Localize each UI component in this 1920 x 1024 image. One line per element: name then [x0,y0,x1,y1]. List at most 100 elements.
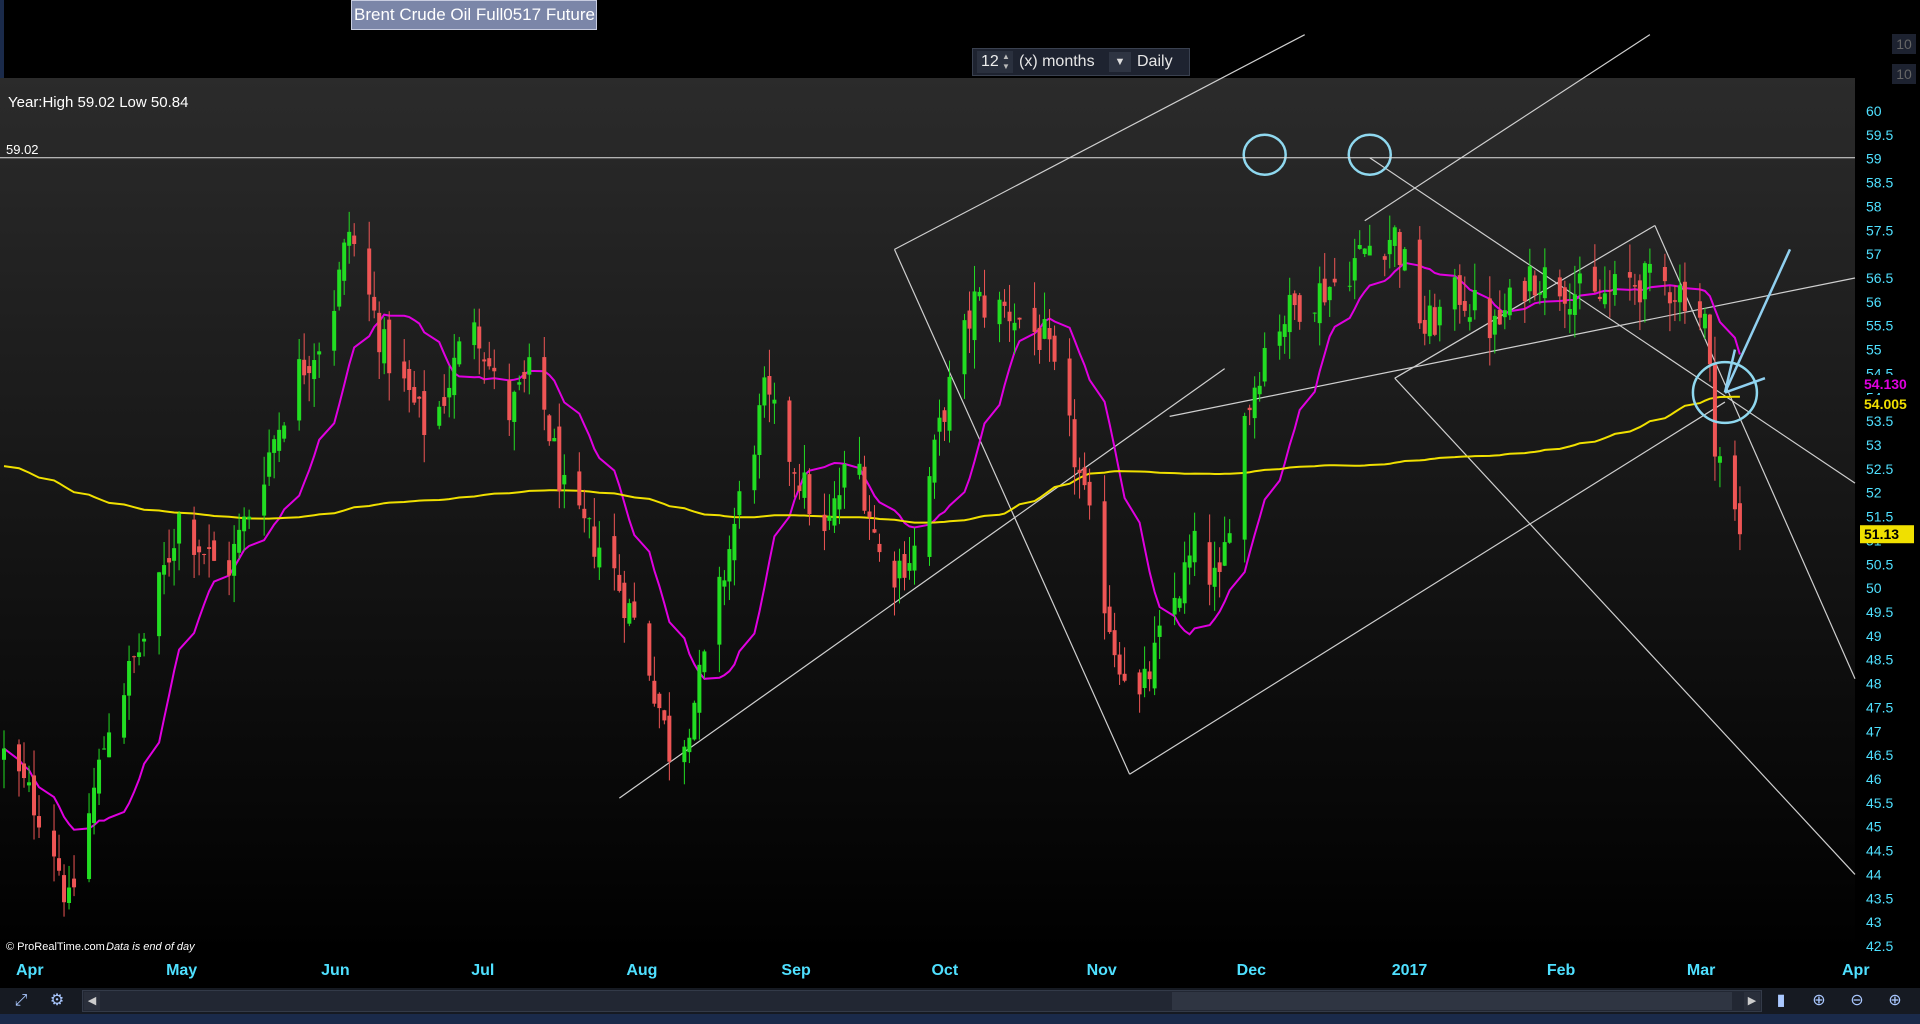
candle-body [1147,671,1152,680]
candle-body [837,495,842,510]
y-tick-label: 56.5 [1866,270,1893,286]
side-mini-field[interactable]: 10 [1892,34,1916,54]
candle-body [1277,331,1282,346]
scroll-right-icon[interactable]: ▶ [1744,992,1760,1010]
candle-body [527,357,532,375]
x-tick-label: Nov [1087,962,1117,979]
candle-body [1507,287,1512,316]
candle-body [1667,292,1672,304]
candle-body [1697,301,1702,318]
x-tick-label: Apr [16,962,44,979]
candle-body [907,563,912,571]
candle-body [997,299,1002,325]
candle-body [1327,286,1332,301]
candle-body [1082,467,1087,486]
candle-body [867,511,872,518]
candle-body [1522,280,1527,302]
candle-body [52,830,57,857]
candle-body [1117,654,1122,675]
candle-body [207,547,212,549]
candle-body [1352,258,1357,281]
candle-body [1647,263,1652,273]
candle-body [1047,328,1052,340]
y-tick-label: 44 [1866,866,1882,882]
settings-icon[interactable]: ⚙ [44,990,70,1012]
candle-body [412,387,417,403]
period-spinner-icon[interactable]: ▲ ▼ [1001,52,1011,72]
candle-body [352,235,357,245]
candle-body [802,472,807,498]
period-dropdown-button[interactable]: ▼ [1109,52,1131,72]
candle-body [1042,319,1047,339]
price-tag-label: 51.13 [1864,526,1899,542]
candle-body [142,638,147,642]
candle-body [337,269,342,307]
candle-body [272,439,277,453]
scroll-left-icon[interactable]: ◀ [84,992,100,1010]
zoom-in-icon[interactable]: ⊕ [1882,990,1908,1012]
y-tick-label: 47 [1866,723,1882,739]
candle-body [487,358,492,367]
candle-body [227,560,232,576]
candle-body [1732,455,1737,510]
candle-body [307,366,312,374]
chart-type-icon[interactable]: ⤢ [8,990,34,1012]
candle-body [267,452,272,477]
candle-body [1737,503,1742,535]
candle-body [332,310,337,351]
y-tick-label: 45 [1866,819,1882,835]
candle-body [1212,567,1217,587]
candle-body [1457,275,1462,305]
frequency-label[interactable]: Daily [1137,51,1173,73]
candle-body [382,329,387,364]
instrument-title[interactable]: Brent Crude Oil Full0517 Future [351,0,597,30]
zoom-out-icon[interactable]: ⊖ [1844,990,1870,1012]
candle-body [1597,296,1602,299]
candle-body [597,547,602,568]
candle-body [1417,239,1422,324]
y-tick-label: 43 [1866,914,1882,930]
candle-body [552,438,557,442]
candle-body [1702,313,1707,329]
candle-body [942,410,947,422]
candle-body [297,359,302,421]
candle-body [1707,314,1712,365]
candle-body [1712,362,1717,457]
candle-body [1137,672,1142,695]
candle-style-icon[interactable]: ▮ [1768,990,1794,1012]
candle-body [1402,249,1407,271]
y-tick-label: 60 [1866,103,1882,119]
candle-body [317,351,322,355]
x-tick-label: Aug [626,962,657,979]
candle-body [1662,266,1667,282]
candle-body [722,580,727,587]
candle-body [582,508,587,519]
candle-body [892,560,897,588]
price-chart[interactable]: 42.5 43 43.5 44 44.5 45 45.5 46 46.5 47 47.5 48 48.5… [0,0,1920,988]
candle-body [157,572,162,637]
candle-body [1612,274,1617,296]
candle-body [247,516,252,520]
candle-body [1077,469,1082,473]
candle-body [437,406,442,426]
candle-body [1312,312,1317,314]
candle-body [342,242,347,281]
candle-body [612,536,617,569]
candle-body [1497,309,1502,325]
y-tick-label: 57 [1866,246,1882,262]
y-tick-label: 52.5 [1866,461,1893,477]
zoom-fit-icon[interactable]: ⊕ [1806,990,1832,1012]
window-border-bottom [0,1014,1920,1024]
candle-body [1627,272,1632,278]
candle-body [132,656,137,658]
candle-body [657,693,662,709]
candle-body [912,545,917,571]
candle-body [172,548,177,561]
candle-body [547,415,552,442]
side-mini-field[interactable]: 10 [1892,64,1916,84]
candle-body [1637,280,1642,303]
scrollbar-thumb[interactable] [1172,992,1732,1010]
candle-body [767,376,772,395]
candle-body [757,405,762,455]
candle-body [662,710,667,721]
